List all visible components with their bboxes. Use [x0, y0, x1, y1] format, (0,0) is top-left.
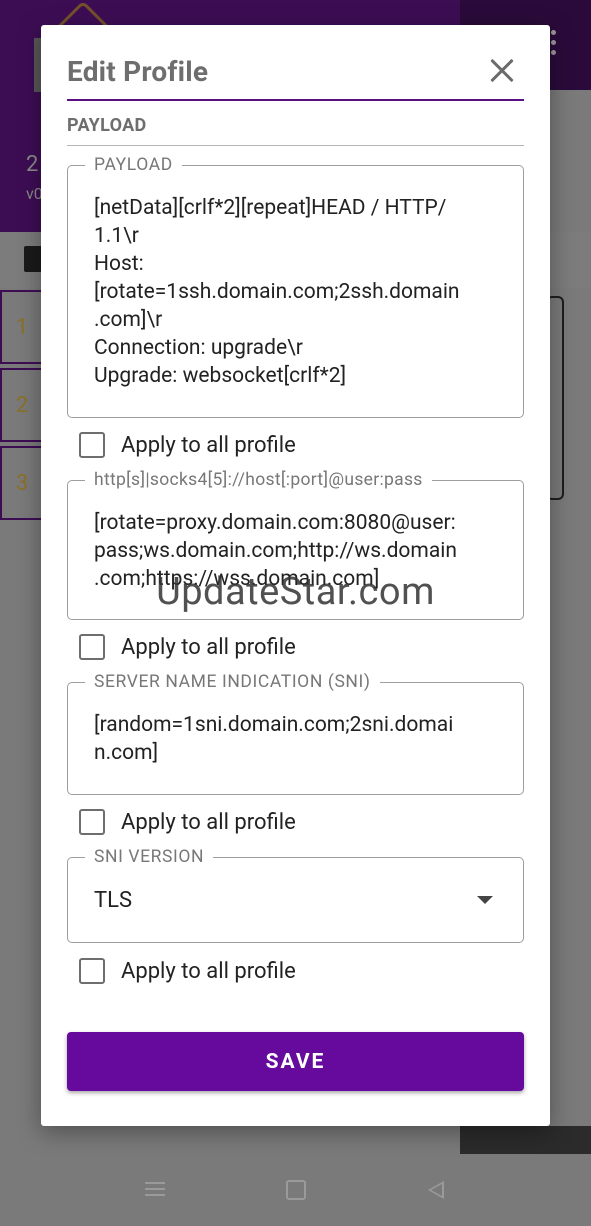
sni-version-apply-all-checkbox[interactable]: Apply to all profile	[79, 956, 296, 986]
payload-field-value: [netData][crlf*2][repeat]HEAD / HTTP/ 1.…	[94, 196, 460, 388]
recent-apps-icon[interactable]	[143, 1178, 167, 1202]
sni-apply-all-checkbox[interactable]: Apply to all profile	[79, 807, 296, 837]
dropdown-arrow-icon[interactable]	[477, 896, 493, 904]
payload-apply-all-checkbox[interactable]: Apply to all profile	[79, 430, 296, 460]
back-icon[interactable]	[425, 1178, 449, 1202]
sni-version-value: TLS	[94, 888, 133, 913]
header-text: 2	[26, 152, 39, 177]
sni-version-select[interactable]: SNI VERSION TLS	[67, 846, 524, 943]
checkbox-label: Apply to all profile	[121, 958, 296, 984]
checkbox-icon[interactable]	[79, 432, 105, 458]
list-item[interactable]: 1	[0, 290, 44, 364]
checkbox-label: Apply to all profile	[121, 432, 296, 458]
proxy-field[interactable]: http[s]|socks4[5]://host[:port]@user:pas…	[67, 469, 524, 620]
home-icon[interactable]	[284, 1178, 308, 1202]
checkbox-icon[interactable]	[79, 634, 105, 660]
sni-version-label: SNI VERSION	[85, 846, 214, 868]
proxy-apply-all-checkbox[interactable]: Apply to all profile	[79, 632, 296, 662]
proxy-field-label: http[s]|socks4[5]://host[:port]@user:pas…	[85, 469, 432, 491]
section-divider	[67, 145, 524, 146]
checkbox-label: Apply to all profile	[121, 809, 296, 835]
system-navigation-bar	[0, 1154, 591, 1226]
payload-field[interactable]: PAYLOAD [netData][crlf*2][repeat]HEAD / …	[67, 154, 524, 418]
list-item[interactable]: 3	[0, 446, 44, 520]
checkbox-label: Apply to all profile	[121, 634, 296, 660]
list-item-number: 1	[15, 314, 29, 340]
background-panel	[460, 1126, 591, 1154]
list-item-number: 3	[15, 470, 29, 496]
dialog-title: Edit Profile	[67, 55, 209, 88]
save-button[interactable]: SAVE	[67, 1032, 524, 1091]
payload-field-label: PAYLOAD	[85, 154, 182, 176]
list-item-number: 2	[15, 392, 29, 418]
checkbox-icon[interactable]	[79, 958, 105, 984]
close-icon[interactable]	[487, 56, 517, 86]
proxy-field-value: [rotate=proxy.domain.com:8080@user: pass…	[94, 511, 457, 591]
sni-field-value: [random=1sni.domain.com;2sni.domai n.com…	[94, 713, 454, 765]
title-divider	[67, 99, 524, 101]
section-header: PAYLOAD	[67, 115, 147, 136]
edit-profile-dialog: Edit Profile PAYLOAD PAYLOAD [netData][c…	[41, 25, 550, 1126]
sni-field-label: SERVER NAME INDICATION (SNI)	[85, 671, 380, 693]
sni-field[interactable]: SERVER NAME INDICATION (SNI) [random=1sn…	[67, 671, 524, 795]
list-item[interactable]: 2	[0, 368, 44, 442]
trash-icon[interactable]	[24, 246, 42, 272]
checkbox-icon[interactable]	[79, 809, 105, 835]
